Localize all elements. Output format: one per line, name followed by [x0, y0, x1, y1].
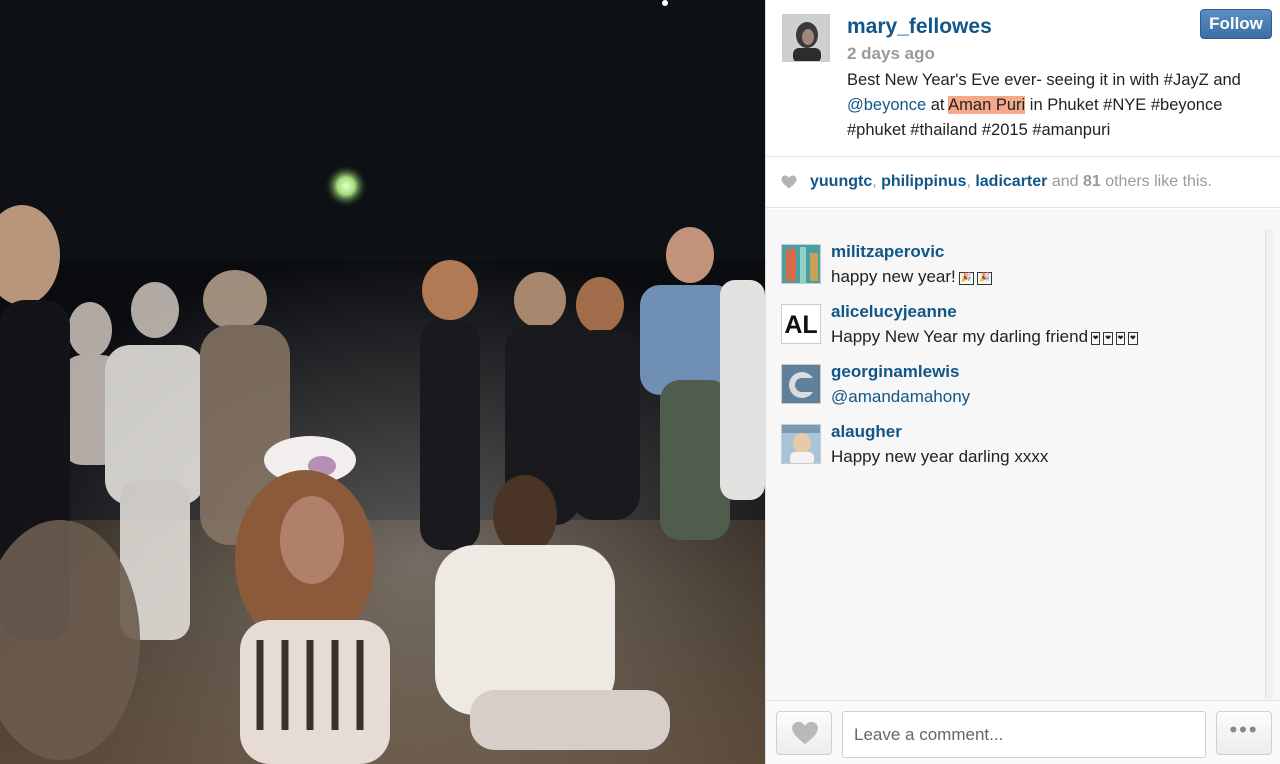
heart-icon: [792, 721, 818, 745]
commenter-avatar-image: [782, 425, 820, 463]
comments-list: militzaperovic happy new year! 🎉 🎉 AL alic…: [766, 209, 1280, 700]
commenter-username[interactable]: alicelucyjeanne: [831, 302, 957, 322]
post-photo: [0, 0, 765, 764]
comment-item: militzaperovic happy new year! 🎉 🎉: [781, 242, 1251, 292]
liker-link[interactable]: philippinus: [881, 173, 966, 190]
comment-item: AL alicelucyjeanne Happy New Year my dar…: [781, 302, 1251, 352]
caption-highlighted-place: Aman Puri: [948, 96, 1026, 114]
emoji-glyph: ❤: [1115, 332, 1126, 345]
liker-link[interactable]: yuungtc: [810, 173, 872, 190]
emoji-glyph: ❤: [1128, 332, 1138, 345]
comment-text: happy new year! 🎉 🎉: [831, 267, 993, 287]
post-timestamp[interactable]: 2 days ago: [847, 44, 935, 64]
author-avatar[interactable]: [782, 14, 830, 62]
commenter-avatar[interactable]: [781, 424, 821, 464]
comment-body: Happy New Year my darling friend: [831, 327, 1089, 346]
commenter-avatar-image: [782, 365, 820, 403]
comment-footer: •••: [766, 700, 1280, 764]
emoji-glyph: ❤: [1103, 332, 1113, 345]
likes-summary: yuungtc, philippinus, ladicarter and 81 …: [766, 158, 1280, 208]
more-dots-icon: •••: [1229, 717, 1259, 742]
likes-separator: ,: [872, 173, 882, 190]
likes-and: and: [1047, 173, 1083, 190]
comment-text: Happy new year darling xxxx: [831, 447, 1049, 466]
commenter-avatar-image: [782, 245, 820, 283]
follow-button[interactable]: Follow: [1200, 9, 1272, 39]
comment-body: happy new year!: [831, 267, 956, 286]
comment-mention[interactable]: @amandamahony: [831, 387, 970, 407]
like-button[interactable]: [776, 711, 832, 755]
commenter-username[interactable]: alaugher: [831, 422, 902, 442]
comments-scrollbar[interactable]: [1265, 229, 1273, 699]
post-detail-panel: mary_fellowes 2 days ago Best New Year's…: [765, 0, 1280, 764]
author-username[interactable]: mary_fellowes: [847, 15, 992, 39]
heart-icon: [781, 175, 797, 189]
author-avatar-image: [783, 15, 829, 61]
comment-input[interactable]: [842, 711, 1206, 758]
caption-text-1: Best New Year's Eve ever- seeing it in w…: [847, 71, 1241, 89]
caption-text-2: at: [926, 96, 949, 114]
commenter-avatar-initials: AL: [784, 311, 818, 339]
commenter-avatar[interactable]: [781, 244, 821, 284]
likes-others-text: others like this.: [1100, 173, 1212, 190]
emoji-glyph: 🎉: [976, 272, 993, 285]
party-photo-illustration: [0, 0, 765, 764]
comment-item: georginamlewis @amandamahony: [781, 362, 1251, 412]
commenter-username[interactable]: militzaperovic: [831, 242, 944, 262]
emoji-glyph: 🎉: [958, 272, 974, 285]
commenter-username[interactable]: georginamlewis: [831, 362, 959, 382]
likes-separator: ,: [966, 173, 976, 190]
emoji-glyph: ❤: [1091, 332, 1101, 345]
more-options-button[interactable]: •••: [1216, 711, 1272, 755]
caption-mention[interactable]: @beyonce: [847, 96, 926, 114]
comment-item: alaugher Happy new year darling xxxx: [781, 422, 1251, 472]
post-caption: Best New Year's Eve ever- seeing it in w…: [847, 68, 1267, 143]
commenter-avatar[interactable]: AL: [781, 304, 821, 344]
commenter-avatar[interactable]: [781, 364, 821, 404]
comment-text: Happy New Year my darling friend ❤ ❤ ❤ ❤: [831, 327, 1138, 347]
post-header: mary_fellowes 2 days ago Best New Year's…: [766, 0, 1280, 157]
liker-link[interactable]: ladicarter: [975, 173, 1047, 190]
likes-count[interactable]: 81: [1083, 173, 1101, 190]
